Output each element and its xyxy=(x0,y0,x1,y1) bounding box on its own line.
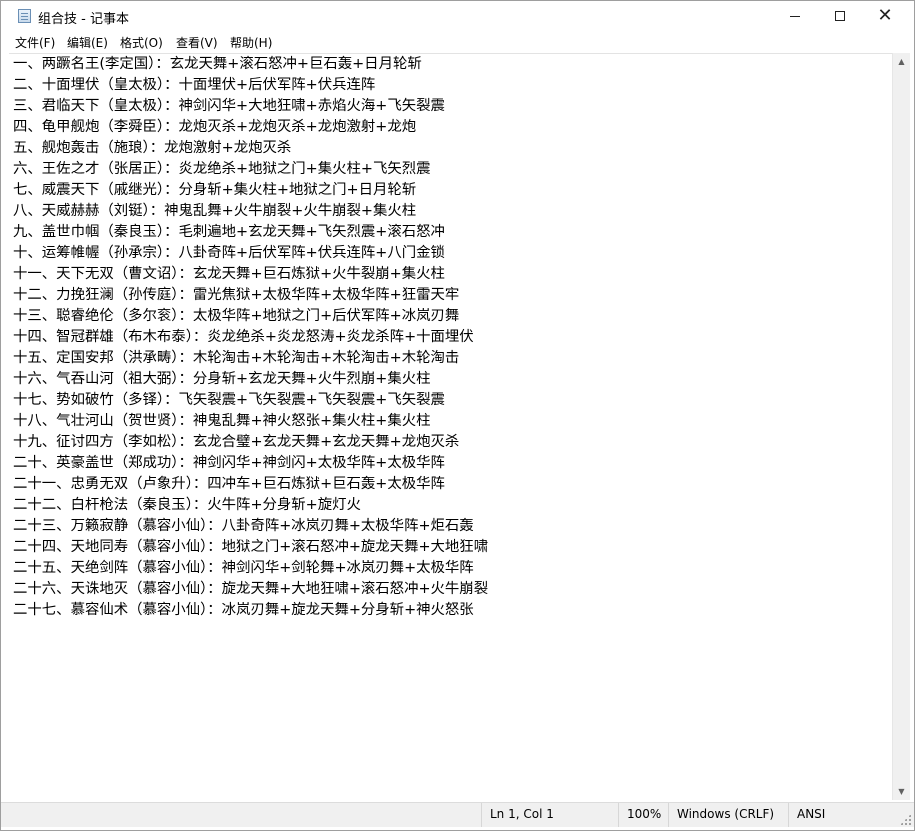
maximize-button[interactable] xyxy=(817,1,863,31)
scroll-up-icon[interactable]: ▲ xyxy=(893,53,910,70)
window-title: 组合技 - 记事本 xyxy=(38,12,129,27)
minimize-icon xyxy=(790,15,800,17)
text-line: 二十一、忠勇无双（卢象升）：四冲车+巨石炼狱+巨石轰+太极华阵 xyxy=(13,476,445,492)
text-line: 二十三、万籁寂静（慕容小仙）：八卦奇阵+冰岚刃舞+太极华阵+炬石轰 xyxy=(13,518,474,534)
menu-file[interactable]: 文件(F) xyxy=(15,33,55,52)
menu-help[interactable]: 帮助(H) xyxy=(230,33,272,52)
text-line: 二十、英豪盖世（郑成功）：神剑闪华+神剑闪+太极华阵+太极华阵 xyxy=(13,455,445,471)
scroll-down-icon[interactable]: ▼ xyxy=(893,783,910,800)
text-line: 十八、气壮河山（贺世贤）：神鬼乱舞+神火怒张+集火柱+集火柱 xyxy=(13,413,431,429)
text-line: 二十五、天绝剑阵（慕容小仙）：神剑闪华+剑轮舞+冰岚刃舞+太极华阵 xyxy=(13,560,474,576)
text-line: 一、两蹶名王(李定国）：玄龙天舞+滚石怒冲+巨石轰+日月轮斩 xyxy=(13,56,422,72)
text-line: 十七、势如破竹（多铎）：飞矢裂震+飞矢裂震+飞矢裂震+飞矢裂震 xyxy=(13,392,445,408)
text-line: 二十二、白杆枪法（秦良玉）：火牛阵+分身斩+旋灯火 xyxy=(13,497,361,513)
menu-edit[interactable]: 编辑(E) xyxy=(67,33,108,52)
close-button[interactable]: ✕ xyxy=(862,1,908,31)
notepad-icon xyxy=(18,9,31,23)
status-bar: Ln 1, Col 1 100% Windows (CRLF) ANSI xyxy=(1,802,914,827)
title-bar[interactable]: 组合技 - 记事本 ✕ xyxy=(1,1,914,31)
zoom-level: 100% xyxy=(618,803,669,827)
close-icon: ✕ xyxy=(877,5,893,26)
text-line: 十二、力挽狂澜（孙传庭）：雷光焦狱+太极华阵+太极华阵+狂雷天牢 xyxy=(13,287,460,303)
text-line: 十六、气吞山河（祖大弼）：分身斩+玄龙天舞+火牛烈崩+集火柱 xyxy=(13,371,431,387)
notepad-window: 组合技 - 记事本 ✕ 文件(F) 编辑(E) 格式(O) 查看(V) 帮助(H… xyxy=(0,0,915,831)
line-ending: Windows (CRLF) xyxy=(668,803,789,827)
text-line: 七、威震天下（戚继光）：分身斩+集火柱+地狱之门+日月轮斩 xyxy=(13,182,417,198)
text-line: 三、君临天下（皇太极）：神剑闪华+大地狂啸+赤焰火海+飞矢裂震 xyxy=(13,98,445,114)
text-line: 四、龟甲舰炮（李舜臣）：龙炮灭杀+龙炮灭杀+龙炮激射+龙炮 xyxy=(13,119,417,135)
text-line: 十一、天下无双（曹文诏）：玄龙天舞+巨石炼狱+火牛裂崩+集火柱 xyxy=(13,266,445,282)
menu-format[interactable]: 格式(O) xyxy=(120,33,163,52)
menu-bar: 文件(F) 编辑(E) 格式(O) 查看(V) 帮助(H) xyxy=(1,31,914,52)
minimize-button[interactable] xyxy=(772,1,818,31)
text-line: 十、运筹帷幄（孙承宗）：八卦奇阵+后伏军阵+伏兵连阵+八门金锁 xyxy=(13,245,445,261)
text-line: 十四、智冠群雄（布木布泰）：炎龙绝杀+炎龙怒涛+炎龙杀阵+十面埋伏 xyxy=(13,329,474,345)
text-line: 二、十面埋伏（皇太极）：十面埋伏+后伏军阵+伏兵连阵 xyxy=(13,77,376,93)
cursor-position: Ln 1, Col 1 xyxy=(481,803,619,827)
text-line: 二十六、天诛地灭（慕容小仙）：旋龙天舞+大地狂啸+滚石怒冲+火牛崩裂 xyxy=(13,581,489,597)
text-line: 二十七、慕容仙术（慕容小仙）：冰岚刃舞+旋龙天舞+分身斩+神火怒张 xyxy=(13,602,474,618)
maximize-icon xyxy=(835,11,845,21)
text-line: 十九、征讨四方（李如松）：玄龙合璧+玄龙天舞+玄龙天舞+龙炮灭杀 xyxy=(13,434,460,450)
text-line: 十五、定国安邦（洪承畴）：木轮淘击+木轮淘击+木轮淘击+木轮淘击 xyxy=(13,350,460,366)
resize-grip-icon[interactable] xyxy=(900,814,911,825)
encoding: ANSI xyxy=(788,803,897,827)
text-line: 九、盖世巾帼（秦良玉）：毛刺遍地+玄龙天舞+飞矢烈震+滚石怒冲 xyxy=(13,224,445,240)
text-line: 八、天威赫赫（刘铤）：神鬼乱舞+火牛崩裂+火牛崩裂+集火柱 xyxy=(13,203,417,219)
text-line: 二十四、天地同寿（慕容小仙）：地狱之门+滚石怒冲+旋龙天舞+大地狂啸 xyxy=(13,539,489,555)
text-editor[interactable]: 一、两蹶名王(李定国）：玄龙天舞+滚石怒冲+巨石轰+日月轮斩 二、十面埋伏（皇太… xyxy=(9,53,892,801)
text-line: 十三、聪睿绝伦（多尔衮）：太极华阵+地狱之门+后伏军阵+冰岚刃舞 xyxy=(13,308,460,324)
text-line: 五、舰炮轰击（施琅）：龙炮激射+龙炮灭杀 xyxy=(13,140,292,156)
vertical-scrollbar[interactable]: ▲ ▼ xyxy=(892,53,910,800)
menu-view[interactable]: 查看(V) xyxy=(176,33,218,52)
text-line: 六、王佐之才（张居正）：炎龙绝杀+地狱之门+集火柱+飞矢烈震 xyxy=(13,161,431,177)
